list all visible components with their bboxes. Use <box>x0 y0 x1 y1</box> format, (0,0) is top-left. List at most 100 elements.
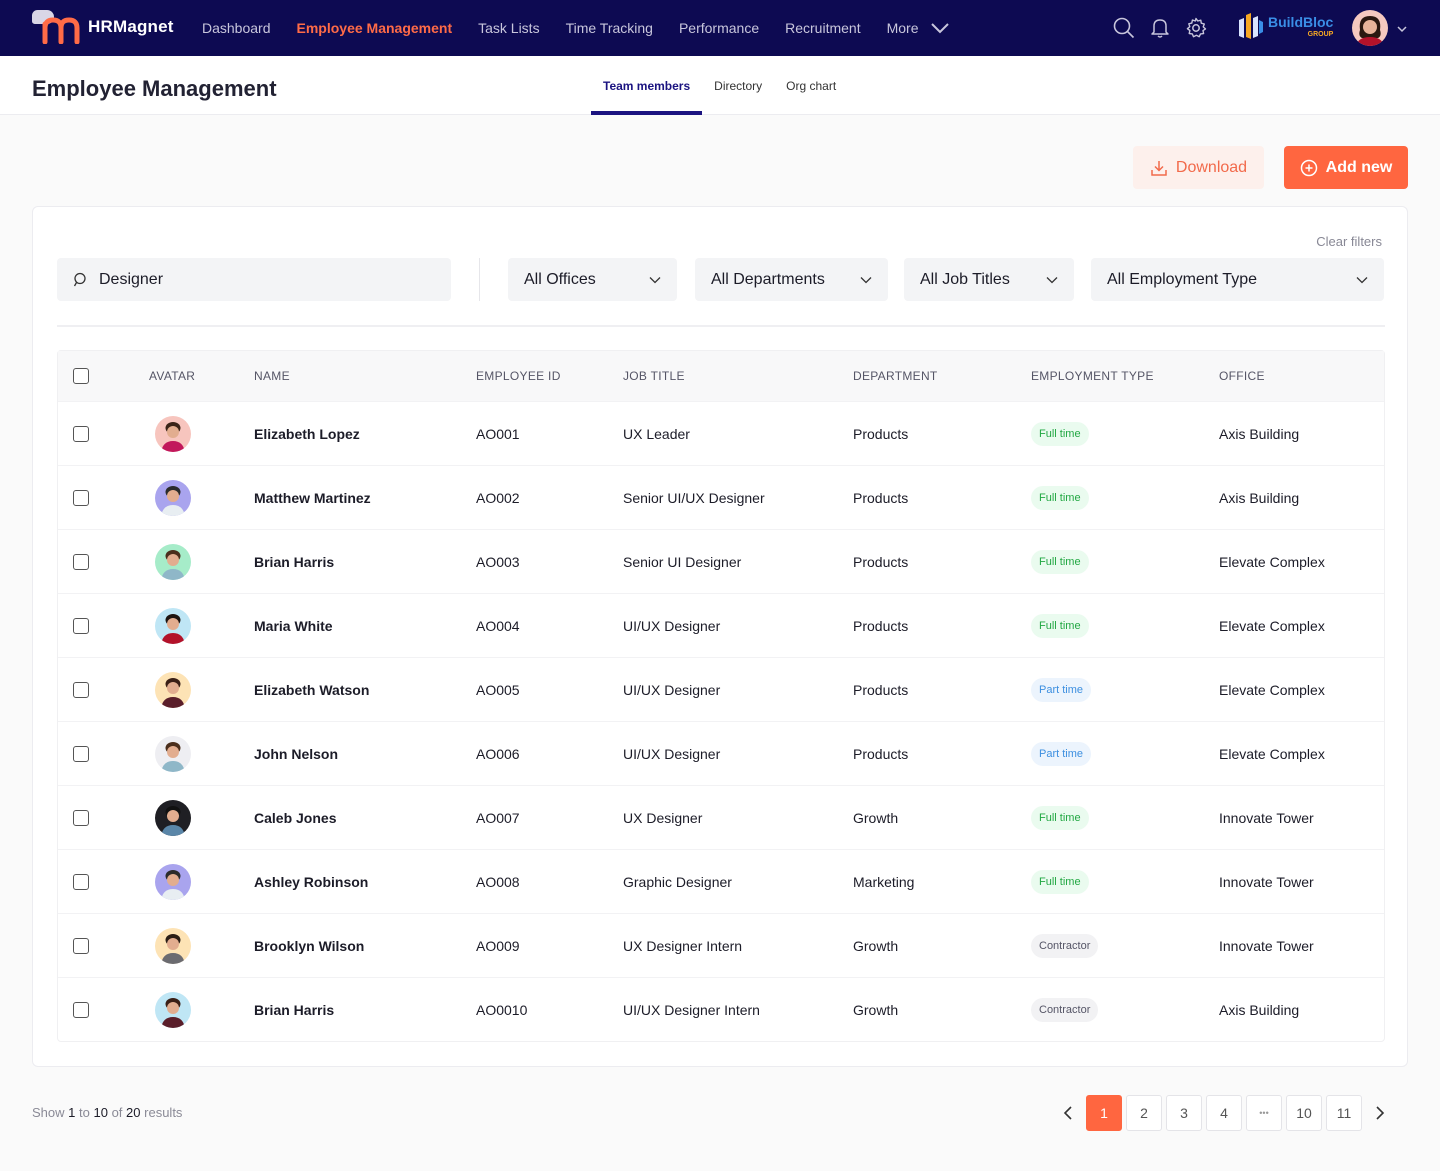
departments-select[interactable]: All Departments <box>695 258 888 301</box>
search-button[interactable] <box>1112 12 1136 44</box>
row-checkbox[interactable] <box>73 937 89 954</box>
department: Products <box>853 617 909 634</box>
row-checkbox[interactable] <box>73 617 89 634</box>
job-title: UX Designer Intern <box>623 937 743 954</box>
header-employment-type[interactable]: EMPLOYMENT TYPE <box>1031 369 1219 383</box>
employee-avatar <box>155 607 191 644</box>
job-titles-select[interactable]: All Job Titles <box>904 258 1074 301</box>
page-button[interactable]: 2 <box>1126 1095 1162 1131</box>
chevron-right-icon <box>1376 1106 1385 1120</box>
employee-avatar <box>155 735 191 772</box>
employee-name[interactable]: Ashley Robinson <box>254 874 476 890</box>
page-button[interactable]: 11 <box>1326 1095 1362 1131</box>
job-title: Graphic Designer <box>623 873 732 890</box>
nav-item-dashboard[interactable]: Dashboard <box>202 20 271 36</box>
row-checkbox[interactable] <box>73 489 89 506</box>
settings-button[interactable] <box>1184 12 1208 44</box>
filter-divider <box>479 258 480 301</box>
row-checkbox[interactable] <box>73 681 89 698</box>
employee-name[interactable]: Caleb Jones <box>254 810 476 826</box>
header-office[interactable]: OFFICE <box>1219 369 1384 383</box>
row-checkbox[interactable] <box>73 553 89 570</box>
header-name[interactable]: NAME <box>254 369 476 383</box>
company-brand: BuildBloc GROUP <box>1238 12 1333 40</box>
department: Products <box>853 681 909 698</box>
app-name: HRMagnet <box>88 17 174 36</box>
office: Innovate Tower <box>1219 937 1314 954</box>
employee-id: AO009 <box>476 937 520 954</box>
page-button[interactable]: 10 <box>1286 1095 1322 1131</box>
table-row[interactable]: Ashley Robinson AO008 Graphic Designer Mark… <box>58 849 1384 913</box>
search-input[interactable] <box>99 270 429 289</box>
user-menu-toggle[interactable] <box>1396 20 1408 38</box>
row-checkbox[interactable] <box>73 745 89 762</box>
job-title: Senior UI Designer <box>623 553 742 570</box>
table-row[interactable]: Caleb Jones AO007 UX Designer Growth Full ti… <box>58 785 1384 849</box>
employee-name[interactable]: Brian Harris <box>254 1002 476 1018</box>
top-navbar: HRMagnet Dashboard Employee Management T… <box>0 0 1440 56</box>
page-button[interactable]: 3 <box>1166 1095 1202 1131</box>
header-department[interactable]: DEPARTMENT <box>853 369 1031 383</box>
nav-item-task-lists[interactable]: Task Lists <box>478 20 539 36</box>
employment-type-badge: Part time <box>1031 677 1092 702</box>
header-employee-id[interactable]: EMPLOYEE ID <box>476 369 623 383</box>
employee-name[interactable]: Brooklyn Wilson <box>254 938 476 954</box>
table-row[interactable]: Maria White AO004 UI/UX Designer Products Fu… <box>58 593 1384 657</box>
tab-team-members[interactable]: Team members <box>591 56 703 115</box>
office: Axis Building <box>1219 425 1300 442</box>
office: Elevate Complex <box>1219 553 1325 570</box>
nav-item-time-tracking[interactable]: Time Tracking <box>566 20 653 36</box>
notifications-button[interactable] <box>1148 12 1172 44</box>
employee-id: AO0010 <box>476 1001 528 1018</box>
page-header: Employee Management Team members Directo… <box>0 56 1440 115</box>
employee-name[interactable]: Brian Harris <box>254 554 476 570</box>
row-checkbox[interactable] <box>73 873 89 890</box>
job-title: UI/UX Designer Intern <box>623 1001 760 1018</box>
table-row[interactable]: Brooklyn Wilson AO009 UX Designer Intern Gr… <box>58 913 1384 977</box>
employee-name[interactable]: Elizabeth Lopez <box>254 426 476 442</box>
nav-item-recruitment[interactable]: Recruitment <box>785 20 860 36</box>
add-new-button[interactable]: Add new <box>1284 146 1408 189</box>
employee-avatar <box>155 927 191 964</box>
table-row[interactable]: Brian Harris AO003 Senior UI Designer Produ… <box>58 529 1384 593</box>
table-row[interactable]: John Nelson AO006 UI/UX Designer Products Pa… <box>58 721 1384 785</box>
download-button[interactable]: Download <box>1133 146 1264 189</box>
bell-icon <box>1151 19 1169 38</box>
add-new-label: Add new <box>1325 158 1393 176</box>
employee-name[interactable]: Elizabeth Watson <box>254 682 476 698</box>
results-total: 20 <box>126 1105 141 1120</box>
page-ellipsis[interactable]: ••• <box>1246 1095 1282 1131</box>
employee-name[interactable]: Matthew Martinez <box>254 490 476 506</box>
header-job-title[interactable]: JOB TITLE <box>623 369 853 383</box>
table-row[interactable]: Elizabeth Watson AO005 UI/UX Designer Produ… <box>58 657 1384 721</box>
offices-select[interactable]: All Offices <box>508 258 677 301</box>
next-page-button[interactable] <box>1366 1095 1394 1131</box>
row-checkbox[interactable] <box>73 1001 89 1018</box>
tab-org-chart[interactable]: Org chart <box>774 56 848 115</box>
row-checkbox[interactable] <box>73 809 89 826</box>
prev-page-button[interactable] <box>1054 1095 1082 1131</box>
page-button[interactable]: 1 <box>1086 1095 1122 1131</box>
nav-item-employee-management[interactable]: Employee Management <box>297 20 453 36</box>
employee-name[interactable]: John Nelson <box>254 746 476 762</box>
tab-directory[interactable]: Directory <box>702 56 774 115</box>
employment-type-select[interactable]: All Employment Type <box>1091 258 1384 301</box>
select-all-checkbox[interactable] <box>73 368 89 384</box>
chevron-left-icon <box>1063 1106 1072 1120</box>
app-logo[interactable]: HRMagnet <box>32 8 174 46</box>
table-row[interactable]: Matthew Martinez AO002 Senior UI/UX Design… <box>58 465 1384 529</box>
page-list: 1 2 3 4 ••• 10 11 <box>1086 1095 1362 1131</box>
search-field[interactable] <box>57 258 451 301</box>
nav-item-performance[interactable]: Performance <box>679 20 759 36</box>
clear-filters-link[interactable]: Clear filters <box>1316 234 1382 249</box>
user-avatar[interactable] <box>1352 10 1388 46</box>
employee-id: AO002 <box>476 489 520 506</box>
nav-item-more[interactable]: More <box>887 20 949 36</box>
page-button[interactable]: 4 <box>1206 1095 1242 1131</box>
employee-name[interactable]: Maria White <box>254 618 476 634</box>
table-row[interactable]: Brian Harris AO0010 UI/UX Designer Intern G… <box>58 977 1384 1041</box>
results-from: 1 <box>68 1105 76 1120</box>
departments-select-value: All Departments <box>711 270 825 288</box>
table-row[interactable]: Elizabeth Lopez AO001 UX Leader Products Ful… <box>58 401 1384 465</box>
row-checkbox[interactable] <box>73 425 89 442</box>
